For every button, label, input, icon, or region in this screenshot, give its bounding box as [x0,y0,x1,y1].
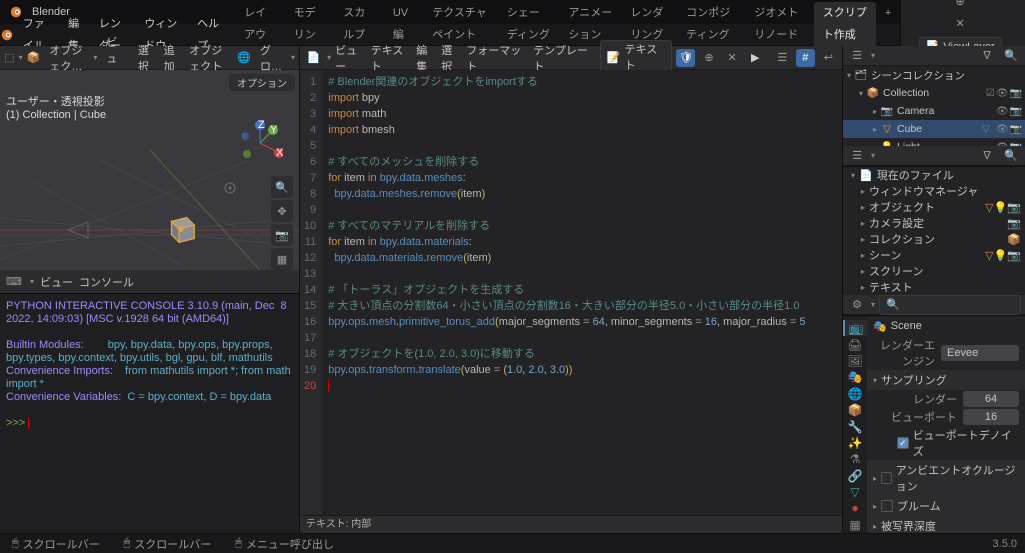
line-gutter: 1234567891011121314151617181920 [300,70,322,515]
viewport-grid [0,70,299,270]
mouse-icon: 🖱 [235,537,242,550]
text-icon: 📝 [607,50,621,66]
outliner-light[interactable]: ▸💡Light👁📷 [843,138,1025,146]
editor-type-icon[interactable]: 📄 [304,49,323,67]
text-editor[interactable]: 1234567891011121314151617181920 # Blende… [300,70,842,515]
tab-output[interactable]: 🖨 [843,336,867,352]
linenum-toggle[interactable]: # [796,49,815,67]
txt-menu-view[interactable]: ビュー [335,42,366,74]
section-sampling[interactable]: サンプリング [867,370,1025,390]
zoom-icon[interactable]: 🔍 [271,176,293,198]
viewport-samples[interactable]: 16 [963,409,1019,425]
tab-render[interactable]: 📺 [843,320,867,336]
texteditor-status: テキスト: 内部 [300,515,842,533]
properties-tabs: 📺 🖨 🖼 🎭 🌐 📦 🔧 ✨ ⚗ 🔗 ▽ ● ▦ [843,316,867,533]
tab-texture[interactable]: ▦ [843,517,867,533]
syntax-toggle[interactable]: ☰ [773,49,792,67]
viewport-tool-column: 🔍 ✥ 📷 ▦ [271,176,293,270]
mode-icon[interactable]: 📦 [27,49,41,67]
tab-object[interactable]: 📦 [843,402,867,418]
editor-type-icon[interactable]: ☰ [847,47,867,65]
text-unlink-button[interactable]: ✕ [723,49,742,67]
outliner-collection[interactable]: ▾📦Collection☑👁📷 [843,84,1025,102]
mode-select[interactable]: オブジェク… [44,42,89,74]
scene-new-button[interactable]: ⊕ [950,0,970,11]
console-menu-view[interactable]: ビュー [40,274,73,290]
svg-text:X: X [276,147,283,159]
outliner-cube[interactable]: ▸▽Cube▽👁📷 [843,120,1025,138]
search-icon[interactable]: 🔍 [1001,147,1021,165]
render-samples[interactable]: 64 [963,391,1019,407]
orientation-select[interactable]: グロ… [255,42,287,74]
filebrowser-header: ☰▾ ∇ 🔍 [843,146,1025,166]
vp-menu-select[interactable]: 選択 [133,42,155,74]
txt-menu-select[interactable]: 選択 [441,42,462,74]
editor-type-icon[interactable]: ⚙ [847,296,867,314]
persp-icon[interactable]: ▦ [271,248,293,270]
section-bloom[interactable]: ブルーム [867,496,1025,516]
file-browser[interactable]: ▾📄現在のファイル ▸ウィンドウマネージャ ▸オブジェクト▽💡📷 ▸カメラ設定📷… [843,166,1025,295]
vp-menu-object[interactable]: オブジェクト [184,42,229,74]
mouse-icon: 🖱 [12,537,19,550]
svg-text:Z: Z [258,120,265,131]
viewport-denoise-check[interactable]: ✓ビューポートデノイズ [867,426,1025,460]
section-dof[interactable]: 被写界深度 [867,516,1025,533]
3d-viewport[interactable]: オプション ユーザー・透視投影 (1) Collection | Cube [0,70,299,270]
txt-menu-template[interactable]: テンプレート [533,42,596,74]
cube-mesh-icon [162,210,200,248]
mouse-icon: 🖱 [124,537,131,550]
txt-menu-text[interactable]: テキスト [371,42,413,74]
filter-icon[interactable]: ∇ [977,147,997,165]
outliner-header: ☰▾ ∇ 🔍 [843,46,1025,66]
tab-world[interactable]: 🌐 [843,386,867,402]
properties-content: 🎭Scene レンダーエンジンEevee サンプリング レンダー64 ビューポー… [867,316,1025,533]
blender-logo-icon[interactable] [0,24,15,46]
engine-select[interactable]: Eevee [941,345,1019,361]
wrap-toggle[interactable]: ↩ [819,49,838,67]
scene-delete-button[interactable]: ✕ [950,15,970,33]
version-label: 3.5.0 [993,538,1025,550]
tab-particles[interactable]: ✨ [843,435,867,451]
editor-type-icon[interactable]: ☰ [847,147,867,165]
search-icon[interactable]: 🔍 [1001,47,1021,65]
texteditor-header: 📄▾ ビュー テキスト 編集 選択 フォーマット テンプレート 📝テキスト 🛡 … [300,46,842,70]
status-bar: 🖱スクロールバー 🖱スクロールバー 🖱メニュー呼び出し 3.5.0 [0,533,1025,553]
editor-type-icon[interactable]: ⌨ [4,273,24,291]
text-new-button[interactable]: ⊕ [699,49,718,67]
tab-modifiers[interactable]: 🔧 [843,418,867,434]
code-content[interactable]: # Blender関連のオブジェクトをimportする import bpy i… [322,70,811,515]
tab-physics[interactable]: ⚗ [843,451,867,467]
filter-icon[interactable]: ∇ [977,47,997,65]
properties-header: ⚙▾ 🔍 [843,295,1025,315]
camera-icon[interactable]: 📷 [271,224,293,246]
tab-constraints[interactable]: 🔗 [843,468,867,484]
viewport-header: ⬚▾ 📦 オブジェク…▾ ビュー 選択 追加 オブジェクト 🌐 グロ…▾ [0,46,299,70]
tab-viewlayer[interactable]: 🖼 [843,353,867,369]
axis-gizmo[interactable]: X Y Z [237,120,283,166]
run-script-button[interactable]: ▶ [746,49,765,67]
python-console[interactable]: PYTHON INTERACTIVE CONSOLE 3.10.9 (main,… [0,294,299,533]
outliner-scene-collection[interactable]: ▾🗂シーンコレクション [843,66,1025,84]
orientation-icon[interactable]: 🌐 [237,49,251,67]
register-toggle[interactable]: 🛡 [676,49,695,67]
outliner[interactable]: ▾🗂シーンコレクション ▾📦Collection☑👁📷 ▸📷Camera👁📷 ▸… [843,66,1025,146]
editor-type-icon[interactable]: ⬚ [4,49,15,67]
txt-menu-edit[interactable]: 編集 [416,42,437,74]
section-ao[interactable]: アンビエントオクルージョン [867,460,1025,496]
move-icon[interactable]: ✥ [271,200,293,222]
console-menu-console[interactable]: コンソール [79,274,134,290]
tab-material[interactable]: ● [843,500,867,516]
txt-menu-format[interactable]: フォーマット [466,42,529,74]
search-field[interactable]: 🔍 [879,295,1021,315]
outliner-camera[interactable]: ▸📷Camera👁📷 [843,102,1025,120]
vp-menu-add[interactable]: 追加 [159,42,181,74]
console-header: ⌨▾ ビュー コンソール [0,270,299,294]
svg-text:Y: Y [270,124,278,136]
tab-scene[interactable]: 🎭 [843,369,867,385]
tab-mesh[interactable]: ▽ [843,484,867,500]
